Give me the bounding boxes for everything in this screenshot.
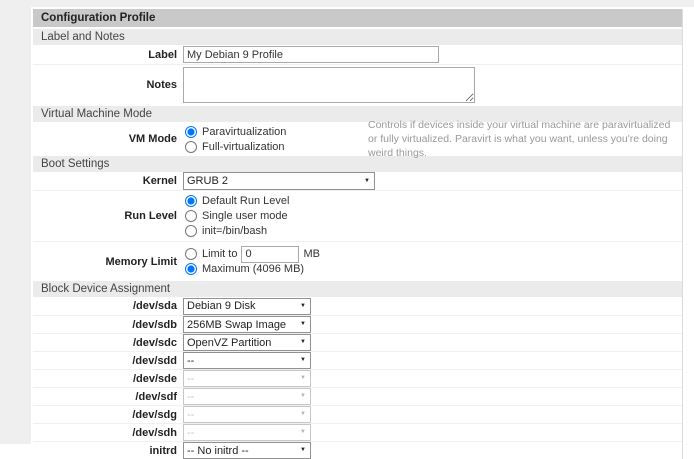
device-select-sdf[interactable]: -- <box>184 389 310 404</box>
initrd-label: initrd <box>33 445 183 457</box>
full-virtualization-radio[interactable] <box>185 141 197 153</box>
panel-title: Configuration Profile <box>33 9 682 27</box>
run-level-label: Run Level <box>33 210 183 222</box>
memory-limit-label: Memory Limit <box>33 256 183 268</box>
init-bin-bash-radio[interactable] <box>185 225 197 237</box>
block-device-row-sdb: /dev/sdb 256MB Swap Image ▼ <box>33 315 682 333</box>
block-device-row-sdf: /dev/sdf -- ▼ <box>33 387 682 405</box>
paravirtualization-radio[interactable] <box>185 126 197 138</box>
configuration-profile-panel: Configuration Profile Label and Notes La… <box>33 9 683 459</box>
memory-limit-input[interactable] <box>241 246 299 263</box>
vm-mode-help-text: Controls if devices inside your virtual … <box>368 118 682 161</box>
default-run-level-radio-label: Default Run Level <box>202 195 289 207</box>
notes-row: Notes <box>33 64 682 105</box>
memory-limit-option-maximum[interactable]: Maximum (4096 MB) <box>183 262 304 277</box>
limit-to-radio-label: Limit to <box>202 248 237 260</box>
notes-field-label: Notes <box>33 79 183 91</box>
device-select-sde[interactable]: -- <box>184 371 310 386</box>
memory-limit-unit: MB <box>303 248 320 260</box>
block-device-row-sdd: /dev/sdd -- ▼ <box>33 351 682 369</box>
device-select-sdb[interactable]: 256MB Swap Image <box>184 317 310 332</box>
page-left-margin <box>0 0 31 444</box>
block-device-row-sdc: /dev/sdc OpenVZ Partition ▼ <box>33 333 682 351</box>
label-input[interactable] <box>183 46 439 63</box>
limit-to-radio[interactable] <box>185 248 197 260</box>
vm-mode-label: VM Mode <box>33 133 183 145</box>
paravirtualization-radio-label: Paravirtualization <box>202 126 286 138</box>
vm-mode-option-paravirtualization[interactable]: Paravirtualization <box>183 124 368 139</box>
device-label-sdf: /dev/sdf <box>33 391 183 403</box>
run-level-option-default[interactable]: Default Run Level <box>183 194 289 209</box>
device-select-sdh[interactable]: -- <box>184 425 310 440</box>
kernel-row: Kernel GRUB 2 ▼ <box>33 172 682 190</box>
section-block-device-assignment: Block Device Assignment <box>33 281 682 297</box>
run-level-option-init-bash[interactable]: init=/bin/bash <box>183 224 267 239</box>
run-level-row: Run Level Default Run Level Single user … <box>33 190 682 241</box>
device-select-sda[interactable]: Debian 9 Disk <box>184 299 310 314</box>
single-user-mode-radio-label: Single user mode <box>202 210 288 222</box>
device-label-sde: /dev/sde <box>33 373 183 385</box>
kernel-label: Kernel <box>33 175 183 187</box>
page-top-margin <box>0 0 694 7</box>
device-select-sdg[interactable]: -- <box>184 407 310 422</box>
run-level-option-single-user[interactable]: Single user mode <box>183 209 288 224</box>
memory-limit-row: Memory Limit Limit to MB Maximum (4096 M… <box>33 241 682 281</box>
block-device-row-sdg: /dev/sdg -- ▼ <box>33 405 682 423</box>
label-field-label: Label <box>33 49 183 61</box>
memory-limit-option-limit-to[interactable]: Limit to MB <box>183 247 320 262</box>
notes-textarea[interactable] <box>183 67 475 103</box>
block-device-row-sde: /dev/sde -- ▼ <box>33 369 682 387</box>
single-user-mode-radio[interactable] <box>185 210 197 222</box>
block-device-row-sda: /dev/sda Debian 9 Disk ▼ <box>33 297 682 315</box>
maximum-radio[interactable] <box>185 263 197 275</box>
device-label-sdg: /dev/sdg <box>33 409 183 421</box>
default-run-level-radio[interactable] <box>185 195 197 207</box>
device-label-sdb: /dev/sdb <box>33 319 183 331</box>
kernel-select[interactable]: GRUB 2 <box>184 173 374 189</box>
maximum-radio-label: Maximum (4096 MB) <box>202 263 304 275</box>
section-label-and-notes: Label and Notes <box>33 29 682 45</box>
device-label-sdh: /dev/sdh <box>33 427 183 439</box>
vm-mode-option-full-virtualization[interactable]: Full-virtualization <box>183 139 368 154</box>
device-label-sdd: /dev/sdd <box>33 355 183 367</box>
device-label-sdc: /dev/sdc <box>33 337 183 349</box>
device-select-sdc[interactable]: OpenVZ Partition <box>184 335 310 350</box>
vm-mode-row: VM Mode Paravirtualization Full-virtuali… <box>33 122 682 156</box>
device-select-sdd[interactable]: -- <box>184 353 310 368</box>
full-virtualization-radio-label: Full-virtualization <box>202 141 285 153</box>
label-row: Label <box>33 45 682 64</box>
init-bin-bash-radio-label: init=/bin/bash <box>202 225 267 237</box>
initrd-select[interactable]: -- No initrd -- <box>184 443 310 458</box>
block-device-row-sdh: /dev/sdh -- ▼ <box>33 423 682 441</box>
device-label-sda: /dev/sda <box>33 300 183 312</box>
